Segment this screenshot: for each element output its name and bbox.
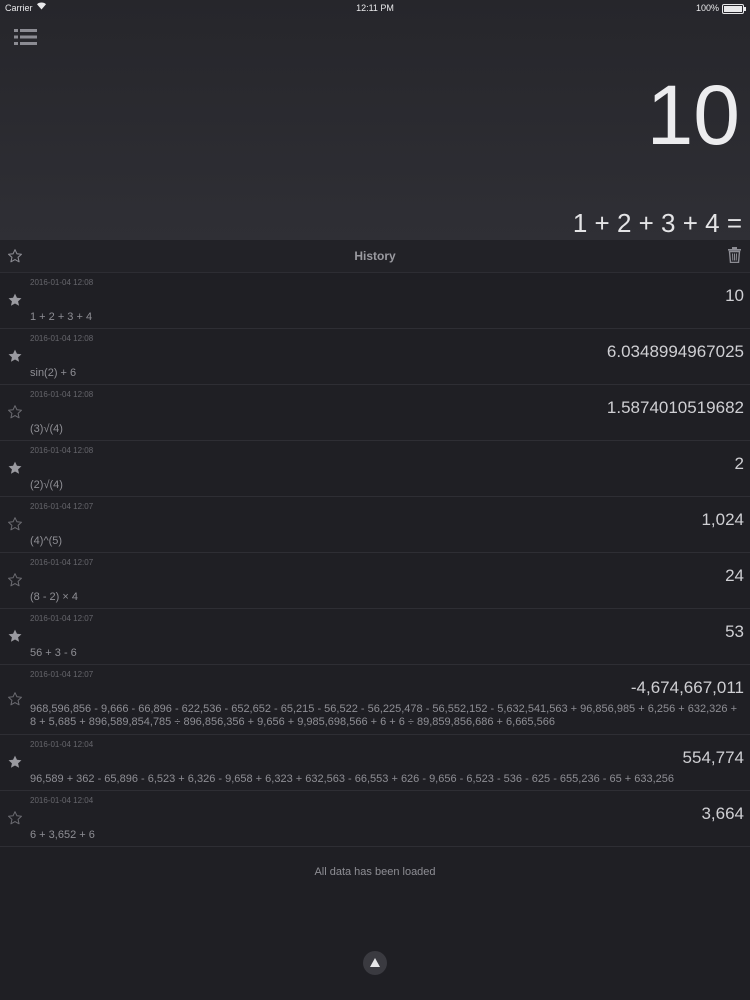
history-title: History	[354, 249, 396, 263]
row-timestamp: 2016-01-04 12:04	[30, 796, 94, 805]
star-outline-icon[interactable]	[7, 404, 23, 425]
history-row[interactable]: 2016-01-04 12:08 6.0348994967025 sin(2) …	[0, 329, 750, 385]
row-timestamp: 2016-01-04 12:08	[30, 334, 94, 343]
star-filled-icon[interactable]	[7, 754, 23, 775]
star-filled-icon[interactable]	[7, 348, 23, 369]
history-row[interactable]: 2016-01-04 12:07 -4,674,667,011 968,596,…	[0, 665, 750, 735]
row-value: 1.5874010519682	[606, 398, 744, 417]
status-bar: Carrier 12:11 PM 100%	[0, 0, 750, 16]
arrow-up-icon	[370, 954, 380, 972]
row-value: 53	[725, 622, 744, 641]
expression-display: 1 + 2 + 3 + 4 =	[572, 208, 742, 238]
star-outline-icon[interactable]	[7, 516, 23, 537]
star-outline-icon[interactable]	[7, 572, 23, 593]
history-row[interactable]: 2016-01-04 12:04 3,664 6 + 3,652 + 6	[0, 791, 750, 847]
row-expression: 56 + 3 - 6	[30, 647, 77, 659]
row-expression: (2)√(4)	[30, 479, 63, 491]
history-row[interactable]: 2016-01-04 12:08 2 (2)√(4)	[0, 441, 750, 497]
row-expression: (8 - 2) × 4	[30, 591, 78, 603]
star-outline-icon[interactable]	[7, 810, 23, 831]
history-row[interactable]: 2016-01-04 12:07 24 (8 - 2) × 4	[0, 553, 750, 609]
row-expression: (3)√(4)	[30, 423, 63, 435]
display-area: Carrier 12:11 PM 100% 10 1 + 2 + 3 + 4 =	[0, 0, 750, 240]
star-filled-icon[interactable]	[7, 292, 23, 313]
row-timestamp: 2016-01-04 12:08	[30, 390, 94, 399]
row-expression: 968,596,856 - 9,666 - 66,896 - 622,536 -…	[30, 703, 738, 728]
history-header: History	[0, 240, 750, 273]
clock: 12:11 PM	[356, 3, 394, 13]
row-timestamp: 2016-01-04 12:08	[30, 278, 94, 287]
history-row[interactable]: 2016-01-04 12:07 53 56 + 3 - 6	[0, 609, 750, 665]
row-value: 554,774	[682, 748, 744, 767]
history-row[interactable]: 2016-01-04 12:08 10 1 + 2 + 3 + 4	[0, 273, 750, 329]
trash-icon[interactable]	[727, 247, 742, 268]
history-row[interactable]: 2016-01-04 12:08 1.5874010519682 (3)√(4)	[0, 385, 750, 441]
row-value: 3,664	[701, 804, 744, 823]
row-value: 2	[734, 454, 744, 473]
star-outline-icon[interactable]	[7, 691, 23, 712]
row-timestamp: 2016-01-04 12:07	[30, 558, 94, 567]
row-expression: (4)^(5)	[30, 535, 63, 547]
row-value: 10	[725, 286, 744, 305]
row-value: 6.0348994967025	[606, 342, 744, 361]
battery-icon	[722, 4, 746, 14]
row-expression: 96,589 + 362 - 65,896 - 6,523 + 6,326 - …	[30, 773, 674, 785]
row-value: -4,674,667,011	[630, 678, 744, 697]
row-value: 24	[725, 566, 744, 585]
row-timestamp: 2016-01-04 12:07	[30, 614, 94, 623]
star-filled-icon[interactable]	[7, 628, 23, 649]
row-expression: 6 + 3,652 + 6	[30, 829, 95, 841]
history-row[interactable]: 2016-01-04 12:07 1,024 (4)^(5)	[0, 497, 750, 553]
result-display: 10	[646, 68, 740, 162]
star-filled-icon[interactable]	[7, 460, 23, 481]
row-expression: sin(2) + 6	[30, 367, 77, 379]
row-timestamp: 2016-01-04 12:07	[30, 670, 94, 679]
row-timestamp: 2016-01-04 12:04	[30, 740, 94, 749]
history-row[interactable]: 2016-01-04 12:04 554,774 96,589 + 362 - …	[0, 735, 750, 791]
history-list: 2016-01-04 12:08 10 1 + 2 + 3 + 4 2016-0…	[0, 273, 750, 847]
load-status: All data has been loaded	[314, 866, 436, 878]
list-menu-icon[interactable]	[14, 28, 38, 46]
scroll-top-button[interactable]	[363, 951, 387, 975]
battery-label: 100%	[695, 3, 719, 13]
row-timestamp: 2016-01-04 12:07	[30, 502, 94, 511]
row-timestamp: 2016-01-04 12:08	[30, 446, 94, 455]
row-value: 1,024	[701, 510, 744, 529]
row-expression: 1 + 2 + 3 + 4	[30, 311, 93, 323]
